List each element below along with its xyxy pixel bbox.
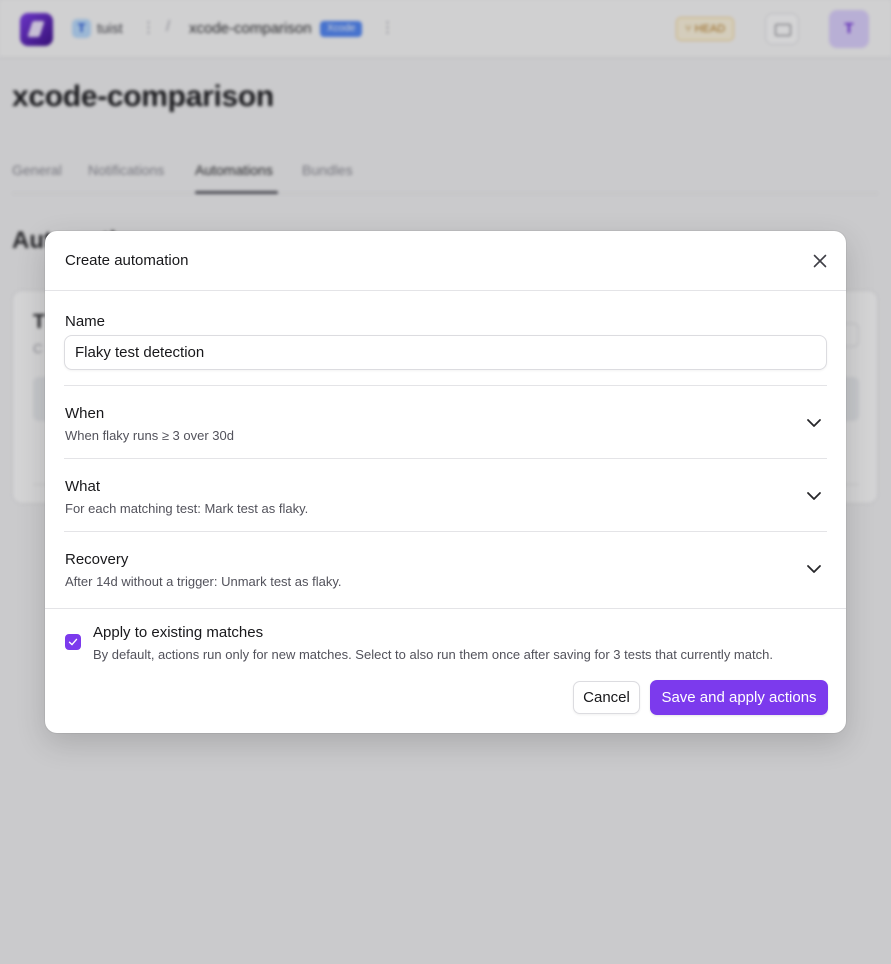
save-and-apply-button[interactable]: Save and apply actions <box>650 680 828 715</box>
what-section[interactable]: What For each matching test: Mark test a… <box>45 478 846 550</box>
name-input[interactable] <box>64 335 827 370</box>
when-label: When <box>65 405 105 422</box>
recovery-label: Recovery <box>65 551 129 568</box>
apply-existing-checkbox[interactable] <box>65 634 81 650</box>
close-button[interactable] <box>809 250 831 272</box>
divider <box>64 385 827 386</box>
divider <box>64 531 827 532</box>
what-summary: For each matching test: Mark test as fla… <box>65 501 309 516</box>
dialog-header: Create automation <box>45 231 846 291</box>
recovery-section[interactable]: Recovery After 14d without a trigger: Un… <box>45 551 846 623</box>
apply-existing-label[interactable]: Apply to existing matches <box>93 624 263 641</box>
chevron-down-icon[interactable] <box>806 561 822 577</box>
dialog-title: Create automation <box>65 252 189 269</box>
name-label: Name <box>65 313 106 330</box>
what-label: What <box>65 478 101 495</box>
when-section[interactable]: When When flaky runs ≥ 3 over 30d <box>45 405 846 477</box>
footer-divider <box>45 608 846 609</box>
recovery-summary: After 14d without a trigger: Unmark test… <box>65 574 342 589</box>
create-automation-dialog: Create automation Name When When flaky r… <box>45 231 846 733</box>
chevron-down-icon[interactable] <box>806 488 822 504</box>
divider <box>64 458 827 459</box>
check-icon <box>68 638 78 646</box>
apply-existing-help: By default, actions run only for new mat… <box>93 647 773 662</box>
close-icon <box>813 254 827 268</box>
chevron-down-icon[interactable] <box>806 415 822 431</box>
cancel-button[interactable]: Cancel <box>573 681 640 714</box>
when-summary: When flaky runs ≥ 3 over 30d <box>65 428 234 443</box>
